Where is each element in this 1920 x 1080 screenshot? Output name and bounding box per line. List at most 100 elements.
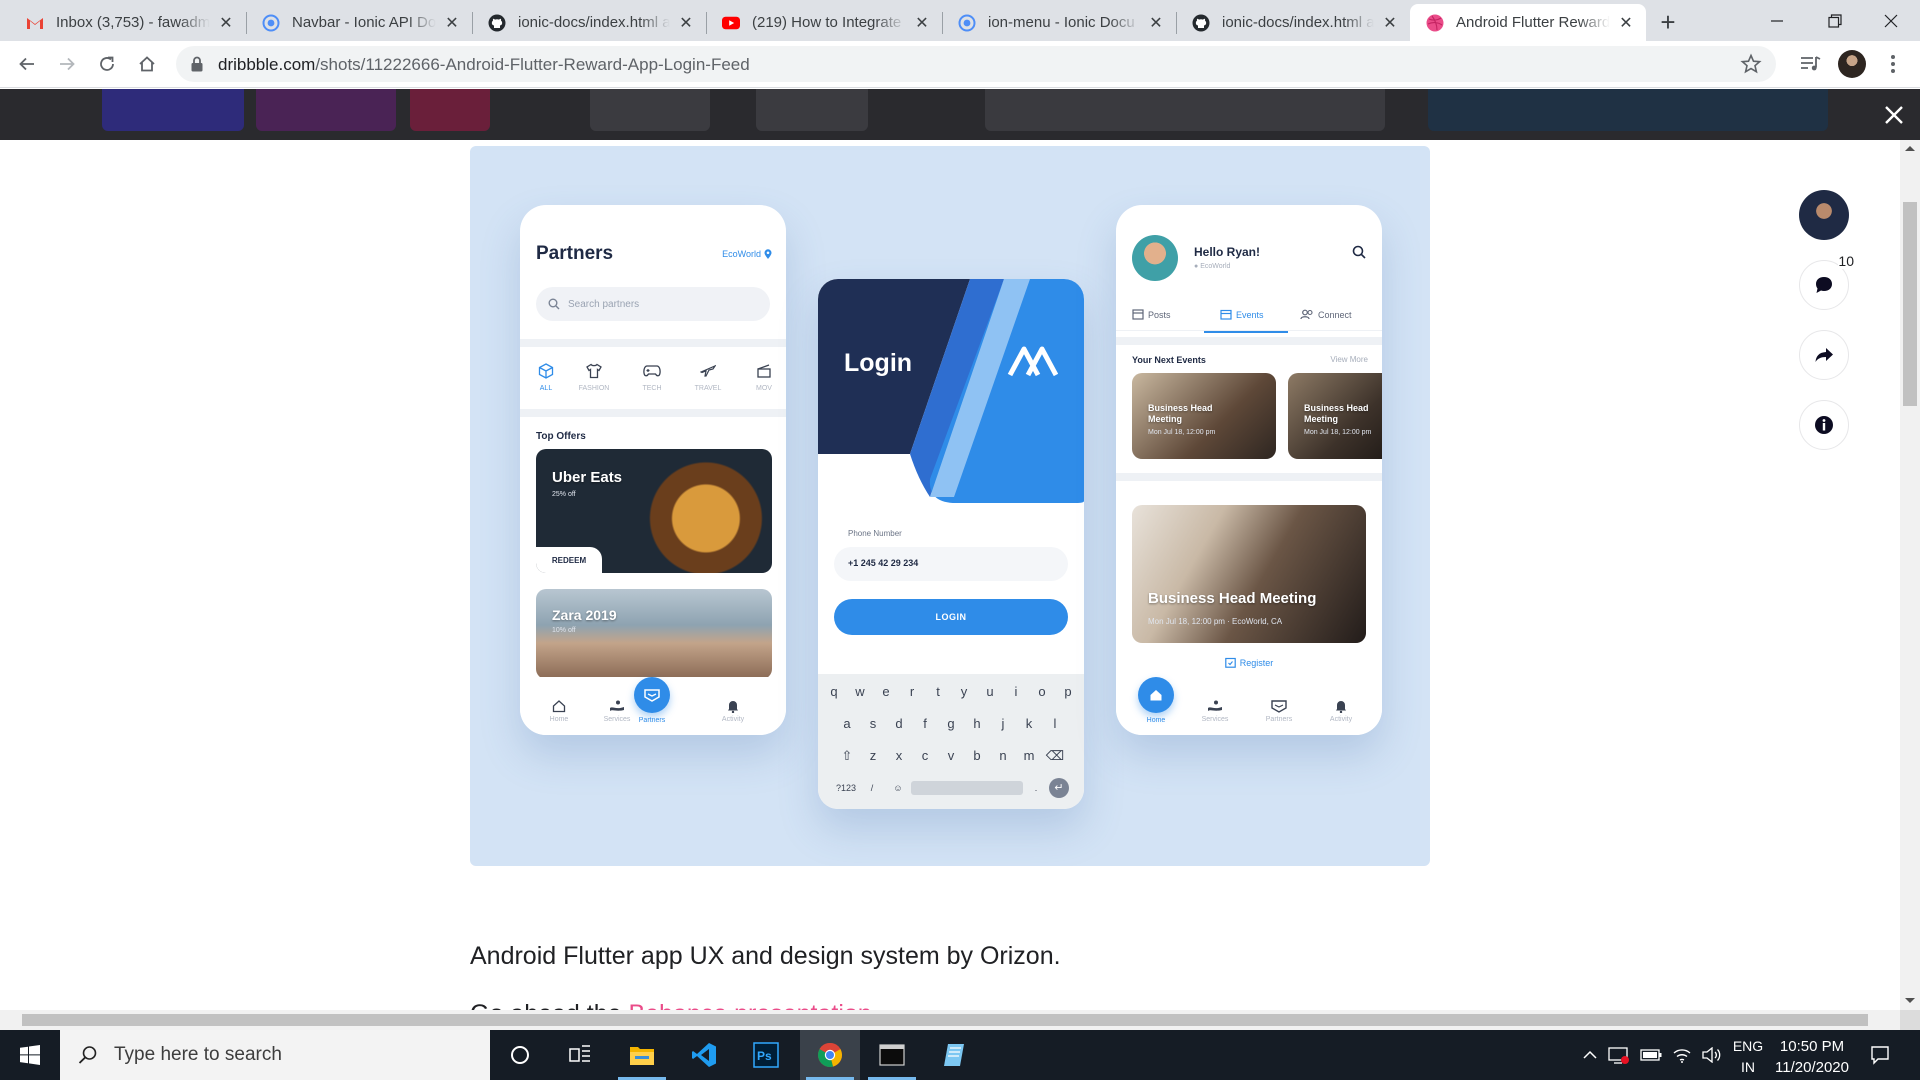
vscode-taskbar-icon[interactable] [674,1030,734,1080]
designer-avatar[interactable] [1799,190,1849,240]
cortana-button[interactable] [490,1030,550,1080]
nav-services: Services [1190,699,1240,723]
tab-dribbble-active[interactable]: Android Flutter Reward ✕ [1410,4,1646,41]
back-button[interactable] [10,47,44,81]
tab-youtube[interactable]: (219) How to Integrate ✕ [706,4,942,41]
start-button[interactable] [0,1030,60,1080]
nav-activity: Activity [708,699,758,723]
close-tab-icon[interactable]: ✕ [216,13,236,33]
terminal-icon [879,1044,905,1066]
close-tab-icon[interactable]: ✕ [1616,13,1636,33]
info-button[interactable] [1799,400,1849,450]
comments-button[interactable]: 10 [1799,253,1854,310]
tab-ion-menu[interactable]: ion-menu - Ionic Docu ✕ [942,4,1176,41]
key: w [855,684,865,699]
vertical-scrollbar[interactable] [1900,140,1920,1010]
clock-date: 11/20/2020 [1775,1059,1849,1076]
reload-icon [100,56,114,71]
event-title: Business Head Meeting [1148,403,1213,424]
tab-ionic-navbar[interactable]: Navbar - Ionic API Docs ✕ [246,4,472,41]
close-tab-icon[interactable]: ✕ [1380,13,1400,33]
task-view-icon [569,1045,590,1062]
tab-gmail[interactable]: Inbox (3,753) - fawadm ✕ [10,4,246,41]
notepad-taskbar-icon[interactable] [924,1030,984,1080]
nav-label: Services [1201,716,1229,723]
tab-github-2[interactable]: ionic-docs/index.html at ✕ [1176,4,1410,41]
minimize-button[interactable] [1748,0,1806,41]
tab-github-1[interactable]: ionic-docs/index.html at ✕ [472,4,706,41]
uber-eats-offer-card: Uber Eats 25% off REDEEM [536,449,772,573]
battery-tray-icon[interactable] [1637,1030,1665,1080]
shot-image[interactable]: Partners EcoWorld Search partners ALL FA… [470,146,1430,866]
profile-avatar[interactable] [1838,50,1866,78]
share-icon [1815,348,1833,362]
bg-thumbnail [256,89,396,131]
bookmark-star-icon[interactable] [1740,53,1762,75]
location-pin-icon [764,249,772,259]
tab-posts: Posts [1132,309,1171,320]
bg-thumbnail [756,89,868,131]
chrome-menu-button[interactable] [1876,47,1910,81]
slash-key: / [870,783,874,793]
posts-icon [1132,309,1144,320]
wifi-tray-icon[interactable] [1668,1030,1696,1080]
address-bar[interactable]: dribbble.com/shots/11222666-Android-Flut… [176,46,1776,82]
shot-description-2: Go ahead the Behance presentation [470,1000,872,1010]
close-tab-icon[interactable]: ✕ [1146,13,1166,33]
key: z [869,748,877,763]
terminal-taskbar-icon[interactable] [862,1030,922,1080]
close-modal-button[interactable] [1880,101,1908,129]
category-label: ALL [539,385,553,392]
home-button[interactable] [130,47,164,81]
scrollbar-thumb[interactable] [22,1014,1868,1026]
scroll-up-arrow-icon[interactable] [1905,146,1915,151]
tab-connect: Connect [1300,309,1352,320]
file-explorer-taskbar-icon[interactable] [612,1030,672,1080]
key: f [923,716,927,731]
tab-title: ionic-docs/index.html at [518,14,670,31]
scrollbar-thumb[interactable] [1903,202,1917,406]
register-link: Register [1116,657,1382,668]
security-tray-icon[interactable] [1605,1030,1633,1080]
nav-label: Partners [638,717,666,724]
back-arrow-icon [19,57,34,71]
task-view-button[interactable] [550,1030,610,1080]
new-tab-button[interactable]: + [1654,7,1682,37]
tab-title: ion-menu - Ionic Docu [988,14,1135,31]
horizontal-scrollbar[interactable] [0,1010,1900,1030]
show-hidden-icons-button[interactable] [1578,1030,1602,1080]
scroll-down-arrow-icon[interactable] [1905,998,1915,1003]
chrome-taskbar-icon[interactable] [800,1030,860,1080]
media-control-button[interactable] [1794,47,1828,81]
forward-button[interactable] [50,47,84,81]
language-code: ENG [1732,1038,1764,1054]
language-indicator[interactable]: ENG IN [1728,1036,1768,1078]
close-tab-icon[interactable]: ✕ [442,13,462,33]
dribbble-icon [1426,14,1444,32]
photoshop-taskbar-icon[interactable]: Ps [736,1030,796,1080]
event-card: Business Head Meeting Mon Jul 18, 12:00 … [1288,373,1382,459]
taskbar-search-box[interactable]: Type here to search [60,1030,490,1080]
close-tab-icon[interactable]: ✕ [676,13,696,33]
close-tab-icon[interactable]: ✕ [912,13,932,33]
behance-link[interactable]: Behance presentation [628,1000,871,1010]
close-window-button[interactable] [1862,0,1920,41]
restore-button[interactable] [1806,0,1864,41]
share-button[interactable] [1799,330,1849,380]
divider [520,409,786,417]
offer-discount: 10% off [552,627,576,634]
key: v [947,748,955,763]
volume-tray-icon[interactable] [1698,1030,1726,1080]
events-feed-screen: Hello Ryan! ● EcoWorld Posts Events Conn… [1116,205,1382,735]
reload-button[interactable] [90,47,124,81]
register-label: Register [1239,657,1274,668]
system-clock[interactable]: 10:50 PM 11/20/2020 [1766,1036,1858,1078]
gmail-icon [26,14,44,32]
partners-icon [1271,700,1287,713]
notifications-button[interactable] [1862,1030,1898,1080]
folder-icon [630,1047,654,1065]
url-path: /shots/11222666-Android-Flutter-Reward-A… [315,55,750,74]
airplane-icon [700,364,716,377]
featured-event-card: Business Head Meeting Mon Jul 18, 12:00 … [1132,505,1366,643]
user-avatar [1132,235,1178,281]
